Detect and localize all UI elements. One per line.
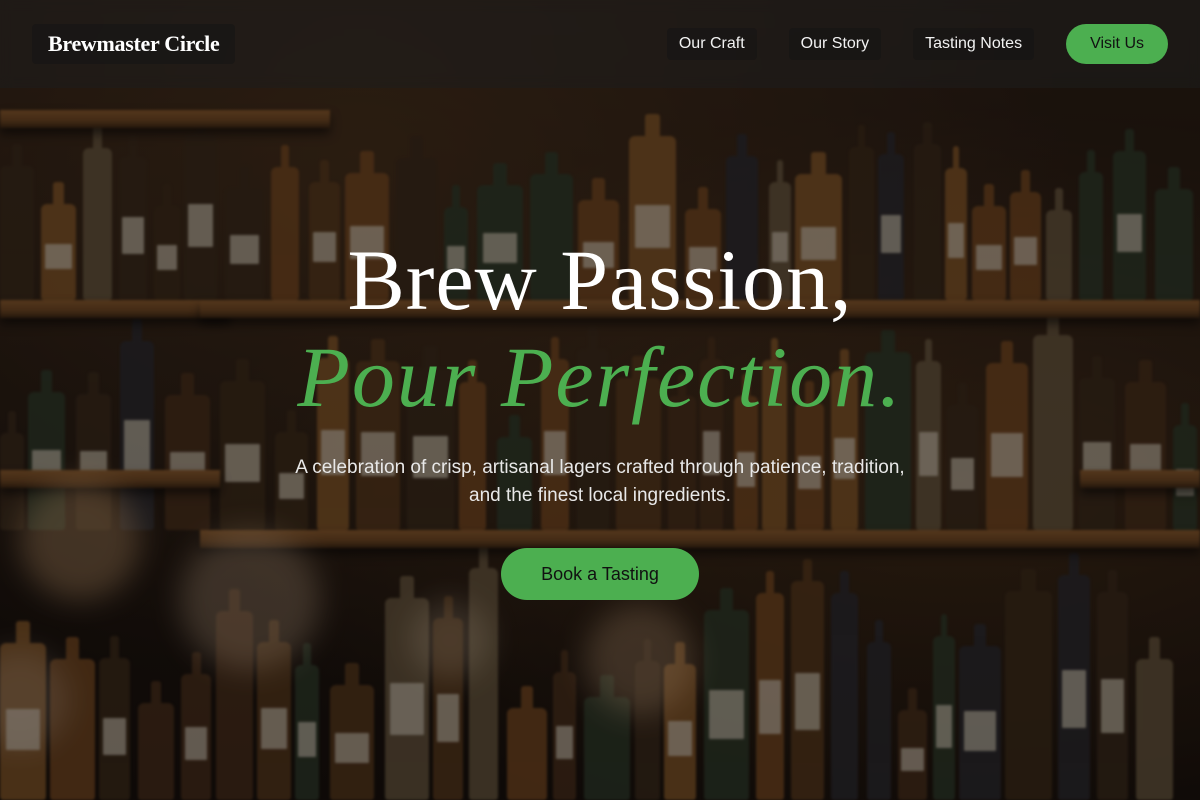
hero-subtitle: A celebration of crisp, artisanal lagers… [295,457,905,506]
hero-title-line1: Brew Passion, [347,232,853,328]
book-tasting-button[interactable]: Book a Tasting [501,548,699,600]
visit-us-button[interactable]: Visit Us [1066,24,1168,64]
hero-title-line2: Pour Perfection. [297,329,903,425]
brand-logo[interactable]: Brewmaster Circle [32,24,236,64]
nav-link-our-story[interactable]: Our Story [788,28,882,60]
page: Brewmaster Circle Our Craft Our Story Ta… [0,0,1200,800]
main-nav: Our Craft Our Story Tasting Notes Visit … [666,24,1168,64]
nav-link-our-craft[interactable]: Our Craft [666,28,757,60]
site-header: Brewmaster Circle Our Craft Our Story Ta… [0,0,1200,88]
hero-section: Brew Passion, Pour Perfection. A celebra… [0,230,1200,600]
nav-link-tasting-notes[interactable]: Tasting Notes [913,28,1035,60]
